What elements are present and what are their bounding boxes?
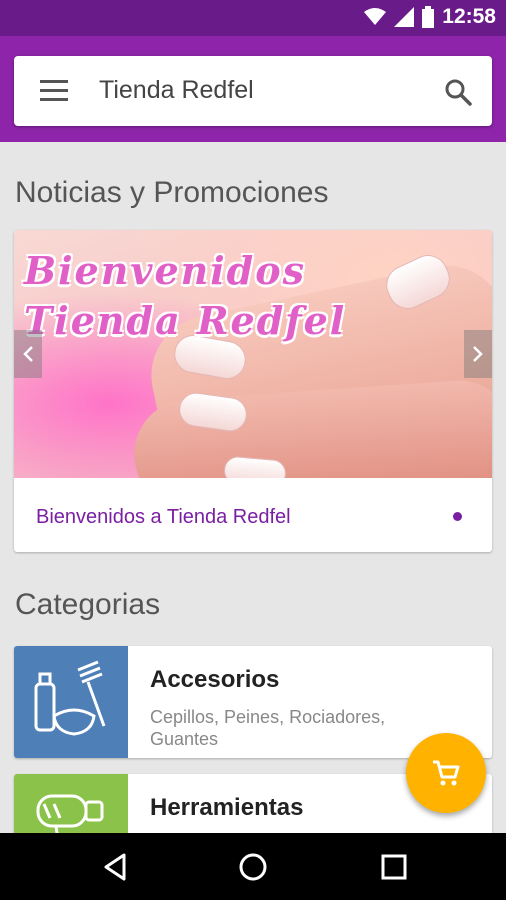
accessories-icon bbox=[34, 660, 106, 736]
news-section-title: Noticias y Promociones bbox=[15, 176, 329, 209]
app-bar: Tienda Redfel bbox=[0, 36, 506, 142]
promo-banner-card[interactable]: Bienvenidos Tienda Redfel Bienvenidos a … bbox=[14, 230, 492, 552]
category-title: Accesorios bbox=[150, 666, 280, 693]
search-title[interactable]: Tienda Redfel bbox=[99, 76, 254, 105]
signal-icon bbox=[394, 7, 415, 27]
cart-fab-button[interactable] bbox=[406, 733, 486, 813]
system-nav-bar bbox=[0, 833, 506, 900]
banner-caption[interactable]: Bienvenidos a Tienda Redfel bbox=[36, 506, 291, 529]
menu-icon[interactable] bbox=[40, 80, 68, 102]
recents-icon[interactable] bbox=[378, 851, 410, 883]
carousel-prev-button[interactable] bbox=[14, 330, 42, 378]
search-bar[interactable]: Tienda Redfel bbox=[14, 56, 492, 126]
status-bar: 12:58 bbox=[0, 0, 506, 36]
categories-section-title: Categorias bbox=[15, 588, 161, 621]
category-title: Herramientas bbox=[150, 794, 304, 821]
search-icon[interactable] bbox=[444, 78, 472, 106]
carousel-next-button[interactable] bbox=[464, 330, 492, 378]
chevron-left-icon bbox=[23, 346, 33, 362]
category-subtitle: Cepillos, Peines, Rociadores, Guantes bbox=[150, 707, 386, 749]
back-icon[interactable] bbox=[100, 851, 132, 883]
chevron-right-icon bbox=[473, 346, 483, 362]
home-icon[interactable] bbox=[237, 851, 269, 883]
banner-heading-line2: Tienda Redfel bbox=[24, 298, 347, 343]
wifi-icon bbox=[364, 8, 387, 25]
category-image bbox=[14, 646, 128, 758]
promo-banner-image[interactable]: Bienvenidos Tienda Redfel bbox=[14, 230, 492, 478]
carousel-indicator[interactable] bbox=[453, 512, 462, 521]
shopping-cart-icon bbox=[433, 760, 460, 786]
battery-icon bbox=[422, 6, 435, 28]
clock: 12:58 bbox=[442, 5, 496, 28]
banner-heading-line1: Bienvenidos bbox=[24, 248, 306, 293]
